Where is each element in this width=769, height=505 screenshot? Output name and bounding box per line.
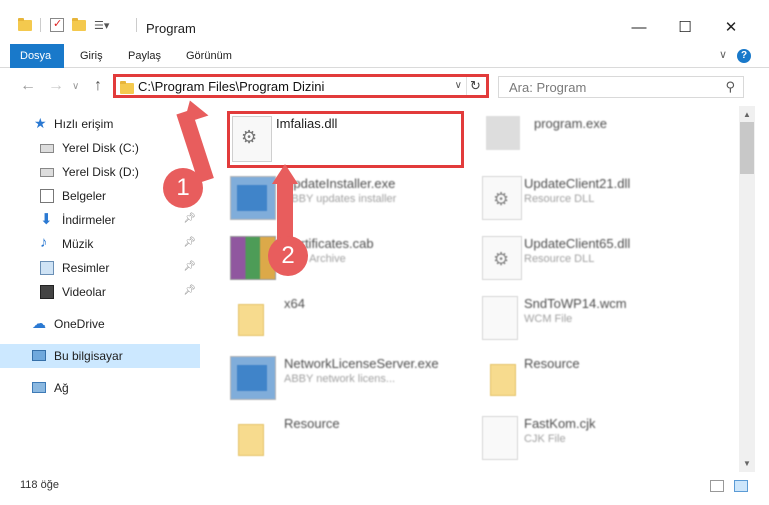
scroll-down-icon[interactable]: ▼ xyxy=(739,459,755,468)
cloud-icon: ☁ xyxy=(32,315,46,331)
sidebar-item-videos[interactable]: Videolar 📌︎ xyxy=(0,280,200,304)
minimize-button[interactable]: — xyxy=(616,14,662,42)
installer-icon xyxy=(230,356,276,400)
refresh-icon[interactable]: ↻ xyxy=(466,77,484,95)
file-item[interactable]: Resource xyxy=(474,350,714,406)
pin-icon[interactable]: 📌︎ xyxy=(183,285,196,296)
file-item[interactable]: NetworkLicenseServer.exe ABBY network li… xyxy=(222,350,462,406)
documents-icon xyxy=(40,189,54,203)
file-item[interactable]: Resource xyxy=(222,410,462,466)
star-icon: ★ xyxy=(34,115,47,131)
annotation-arrowhead xyxy=(272,164,298,184)
search-input[interactable]: Ara: Program ⚲ xyxy=(498,76,744,98)
file-item[interactable]: UpdateInstaller.exe ABBY updates install… xyxy=(222,170,462,226)
divider xyxy=(136,18,137,32)
item-count: 118 öğe xyxy=(20,479,59,491)
ribbon-tabs: Dosya Giriş Paylaş Görünüm ∨ ? xyxy=(0,44,769,68)
scroll-thumb[interactable] xyxy=(740,122,754,174)
file-highlight-box xyxy=(227,111,464,168)
file-item[interactable]: FastKom.cjk CJK File xyxy=(474,410,714,466)
chevron-down-icon[interactable]: ∨ xyxy=(455,80,462,91)
recent-dropdown-icon[interactable]: ∨ xyxy=(72,81,79,92)
close-button[interactable]: ✕ xyxy=(708,14,754,42)
up-arrow-icon[interactable]: ↑ xyxy=(94,77,102,95)
title-bar: ✓ ☰▾ Program — ☐ ✕ xyxy=(0,0,769,44)
folder-icon xyxy=(18,18,32,32)
vertical-scrollbar[interactable]: ▲ ▼ xyxy=(739,106,755,472)
file-item[interactable]: ⚙ UpdateClient21.dll Resource DLL xyxy=(474,170,714,226)
address-bar[interactable]: C:\Program Files\Program Dizini ∨ ↻ xyxy=(113,74,489,98)
large-icons-view-icon[interactable] xyxy=(734,480,748,492)
scroll-up-icon[interactable]: ▲ xyxy=(739,110,755,119)
properties-icon[interactable]: ✓ xyxy=(50,18,64,32)
minimize-icon: — xyxy=(631,19,647,36)
sidebar-item-onedrive[interactable]: ☁ OneDrive xyxy=(0,312,200,336)
expand-ribbon-icon[interactable]: ∨ xyxy=(719,48,727,61)
folder-icon xyxy=(120,81,134,94)
maximize-button[interactable]: ☐ xyxy=(662,14,708,42)
forward-arrow-icon[interactable]: → xyxy=(48,77,64,95)
sidebar-item-network[interactable]: Ağ xyxy=(0,376,200,400)
new-folder-icon[interactable] xyxy=(72,18,86,32)
music-icon: ♪ xyxy=(40,234,48,251)
sidebar-item-this-pc[interactable]: Bu bilgisayar xyxy=(0,344,200,368)
search-placeholder: Ara: Program xyxy=(509,80,587,95)
pin-icon[interactable]: 📌︎ xyxy=(183,261,196,272)
installer-icon xyxy=(230,176,276,220)
tab-giris[interactable]: Giriş xyxy=(70,44,113,68)
help-icon[interactable]: ? xyxy=(737,49,751,63)
computer-icon xyxy=(32,350,46,361)
pin-icon[interactable]: 📌︎ xyxy=(183,237,196,248)
search-icon: ⚲ xyxy=(725,79,735,94)
divider xyxy=(40,18,41,32)
back-arrow-icon[interactable]: ← xyxy=(20,77,36,95)
drive-icon xyxy=(40,168,54,177)
file-item[interactable]: Certificates.cab CAB Archive xyxy=(222,230,462,286)
folder-icon xyxy=(482,356,528,400)
folder-icon xyxy=(230,416,276,460)
details-view-icon[interactable] xyxy=(710,480,724,492)
network-icon xyxy=(32,382,46,393)
drive-icon xyxy=(40,144,54,153)
sidebar-item-music[interactable]: ♪ Müzik 📌︎ xyxy=(0,232,200,256)
sidebar-item-quick-access[interactable]: ★ Hızlı erişim xyxy=(0,112,200,136)
maximize-icon: ☐ xyxy=(678,19,692,36)
sidebar-item-local-disk-c[interactable]: Yerel Disk (C:) xyxy=(0,136,200,160)
file-item[interactable]: ⚙ UpdateClient65.dll Resource DLL xyxy=(474,230,714,286)
tab-dosya[interactable]: Dosya xyxy=(10,44,64,68)
file-item[interactable]: x64 xyxy=(222,290,462,346)
download-icon: ⬇ xyxy=(40,211,53,228)
pin-icon[interactable]: 📌︎ xyxy=(183,213,196,224)
address-path: C:\Program Files\Program Dizini xyxy=(138,79,325,94)
annotation-arrow xyxy=(277,178,293,240)
file-item[interactable]: program.exe xyxy=(478,110,718,166)
close-icon: ✕ xyxy=(724,19,738,36)
dll-file-icon: ⚙ xyxy=(482,236,522,280)
status-bar: 118 öğe xyxy=(0,472,769,505)
tab-paylas[interactable]: Paylaş xyxy=(118,44,171,68)
navigation-bar: ← → ∨ ↑ C:\Program Files\Program Dizini … xyxy=(0,68,769,106)
step-badge-2: 2 xyxy=(268,236,308,276)
videos-icon xyxy=(40,285,54,299)
pictures-icon xyxy=(40,261,54,275)
file-item[interactable]: SndToWP14.wcm WCM File xyxy=(474,290,714,346)
folder-icon xyxy=(230,296,276,340)
sidebar-item-pictures[interactable]: Resimler 📌︎ xyxy=(0,256,200,280)
navigation-pane: ★ Hızlı erişim Yerel Disk (C:) Yerel Dis… xyxy=(0,106,206,472)
document-icon xyxy=(482,416,518,460)
document-icon xyxy=(482,296,518,340)
dll-file-icon: ⚙ xyxy=(482,176,522,220)
window-title: Program xyxy=(146,21,196,36)
customize-toolbar-icon[interactable]: ☰▾ xyxy=(94,18,112,32)
step-badge-1: 1 xyxy=(163,168,203,208)
exe-file-icon xyxy=(486,116,520,150)
sidebar-item-downloads[interactable]: ⬇ İndirmeler 📌︎ xyxy=(0,208,200,232)
tab-gorunum[interactable]: Görünüm xyxy=(176,44,242,68)
